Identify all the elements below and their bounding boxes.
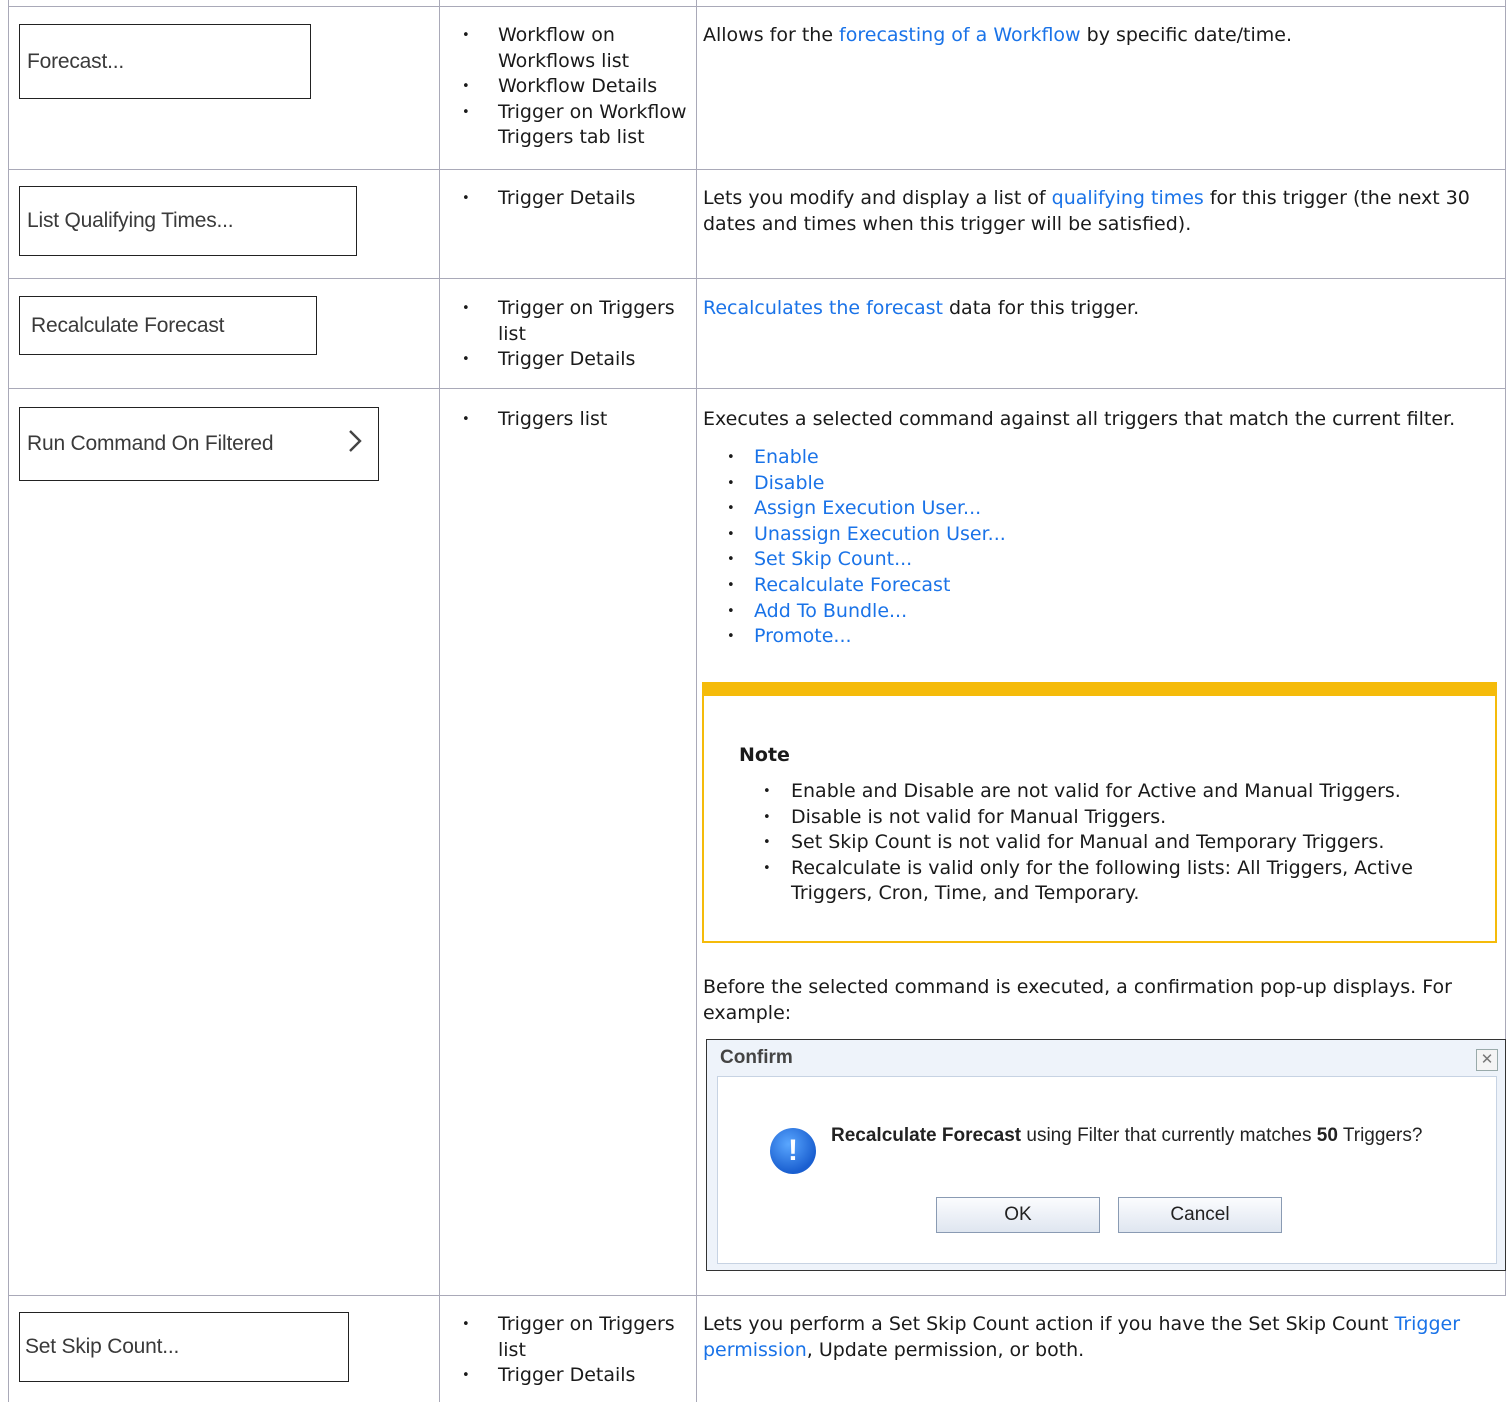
- description-text: by specific date/time.: [1080, 24, 1293, 46]
- description-text: data for this trigger.: [942, 297, 1140, 319]
- exclamation-icon: !: [770, 1128, 816, 1174]
- command-link-add-to-bundle[interactable]: Add To Bundle...: [727, 599, 1006, 625]
- description-text: Lets you modify and display a list of: [703, 187, 1052, 209]
- dialog-body: ! Recalculate Forecast using Filter that…: [717, 1076, 1497, 1264]
- command-link-unassign-execution-user[interactable]: Unassign Execution User...: [727, 522, 1006, 548]
- command-link-set-skip-count[interactable]: Set Skip Count...: [727, 547, 1006, 573]
- table-border-left: [8, 0, 9, 1402]
- note-list: Enable and Disable are not valid for Act…: [763, 779, 1461, 907]
- recalculates-forecast-link[interactable]: Recalculates the forecast: [703, 297, 943, 319]
- list-item: Disable is not valid for Manual Triggers…: [763, 805, 1461, 831]
- list-qualifying-times-button[interactable]: List Qualifying Times...: [19, 186, 357, 256]
- ok-button[interactable]: OK: [936, 1197, 1100, 1233]
- table-row-divider: [8, 6, 1506, 7]
- cancel-button[interactable]: Cancel: [1118, 1197, 1282, 1233]
- close-icon[interactable]: ✕: [1476, 1049, 1498, 1071]
- dialog-message-count: 50: [1316, 1125, 1338, 1146]
- command-link-recalculate-forecast[interactable]: Recalculate Forecast: [727, 573, 1006, 599]
- list-item: Enable and Disable are not valid for Act…: [763, 779, 1461, 805]
- description: Executes a selected command against all …: [703, 408, 1456, 430]
- confirm-dialog: Confirm ✕ ! Recalculate Forecast using F…: [706, 1039, 1506, 1271]
- command-link-enable[interactable]: Enable: [727, 445, 1006, 471]
- note-box: Note Enable and Disable are not valid fo…: [702, 682, 1497, 943]
- table-row-divider: [8, 388, 1506, 389]
- description: Lets you perform a Set Skip Count action…: [703, 1312, 1463, 1363]
- note-title: Note: [739, 744, 790, 766]
- chevron-right-icon: [348, 428, 362, 460]
- run-command-label: Run Command On Filtered: [27, 432, 274, 455]
- command-link-promote[interactable]: Promote...: [727, 624, 1006, 650]
- list-item: Trigger on Triggers list: [462, 1312, 693, 1363]
- description: Recalculates the forecast data for this …: [703, 296, 1493, 322]
- table-border-col1: [439, 0, 440, 1402]
- location-list: Workflow on Workflows list Workflow Deta…: [462, 23, 693, 151]
- description-text: , Update permission, or both.: [806, 1338, 1085, 1361]
- list-item: Trigger on Triggers list: [462, 296, 693, 347]
- description-text: Lets you perform a Set Skip Count action…: [703, 1313, 1395, 1335]
- command-link-assign-execution-user[interactable]: Assign Execution User...: [727, 496, 1006, 522]
- forecasting-link[interactable]: forecasting of a Workflow: [839, 24, 1081, 46]
- command-list: Enable Disable Assign Execution User... …: [727, 445, 1006, 650]
- dialog-message: Recalculate Forecast using Filter that c…: [831, 1125, 1422, 1147]
- list-item: Trigger Details: [462, 347, 693, 373]
- location-list: Trigger on Triggers list Trigger Details: [462, 296, 693, 373]
- list-item: Trigger Details: [462, 186, 693, 212]
- description-text: Allows for the: [703, 24, 840, 46]
- list-item: Trigger on Workflow Triggers tab list: [462, 100, 693, 151]
- table-row-divider: [8, 169, 1506, 170]
- dialog-message-text: Triggers?: [1337, 1125, 1423, 1146]
- description: Lets you modify and display a list of qu…: [703, 186, 1473, 237]
- qualifying-times-link[interactable]: qualifying times: [1052, 187, 1204, 209]
- run-command-on-filtered-button[interactable]: Run Command On Filtered: [19, 407, 379, 481]
- table-row-divider: [8, 1295, 1506, 1296]
- list-item: Set Skip Count is not valid for Manual a…: [763, 830, 1461, 856]
- table-border-col2: [696, 0, 697, 1402]
- list-item: Workflow Details: [462, 74, 693, 100]
- forecast-button[interactable]: Forecast...: [19, 24, 311, 99]
- list-item: Triggers list: [462, 407, 693, 433]
- location-list: Trigger Details: [462, 186, 693, 212]
- description: Allows for the forecasting of a Workflow…: [703, 23, 1493, 49]
- location-list: Trigger on Triggers list Trigger Details: [462, 1312, 693, 1389]
- list-item: Trigger Details: [462, 1363, 693, 1389]
- dialog-message-text: using Filter that currently matches: [1021, 1125, 1317, 1146]
- command-link-disable[interactable]: Disable: [727, 471, 1006, 497]
- location-list: Triggers list: [462, 407, 693, 433]
- confirm-intro: Before the selected command is executed,…: [703, 976, 1452, 1024]
- recalculate-forecast-button[interactable]: Recalculate Forecast: [19, 296, 317, 355]
- dialog-title: Confirm: [720, 1047, 793, 1068]
- list-item: Recalculate is valid only for the follow…: [763, 856, 1461, 907]
- table-row-divider: [8, 278, 1506, 279]
- dialog-message-command: Recalculate Forecast: [831, 1125, 1022, 1146]
- list-item: Workflow on Workflows list: [462, 23, 693, 74]
- set-skip-count-button[interactable]: Set Skip Count...: [19, 1312, 349, 1382]
